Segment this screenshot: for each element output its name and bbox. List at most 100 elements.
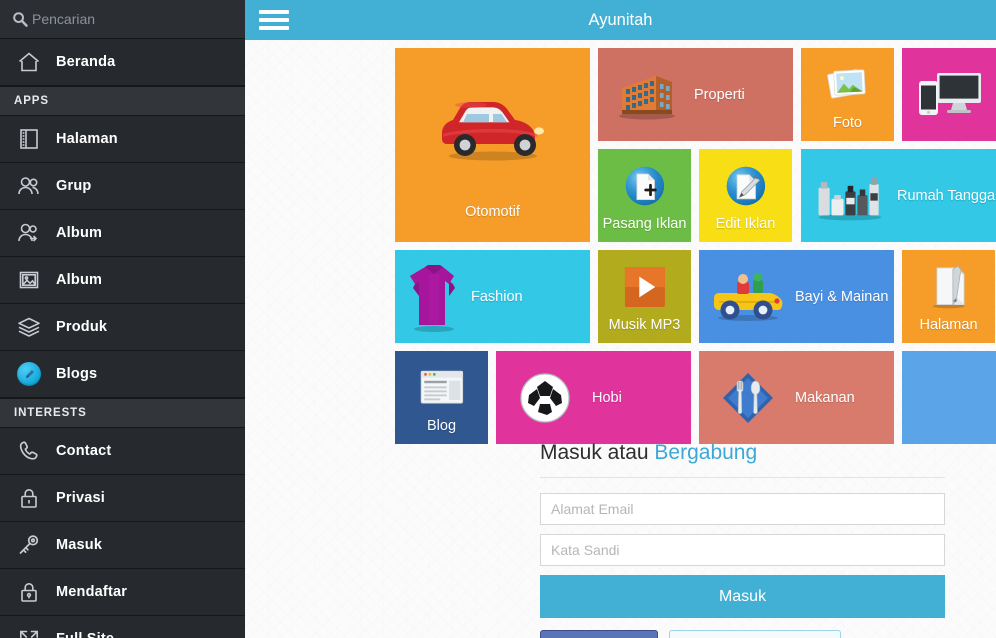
image-icon <box>14 265 44 295</box>
devices-icon <box>914 69 988 121</box>
email-field[interactable] <box>540 493 945 525</box>
doc-edit-icon <box>708 164 782 207</box>
lock-closed-icon <box>14 577 44 607</box>
tile-label: Fashion <box>471 288 523 305</box>
home-icon <box>14 47 44 77</box>
sidebar-item-album[interactable]: Album <box>0 257 245 304</box>
user-add-icon <box>14 218 44 248</box>
toy-car-icon <box>711 272 785 322</box>
tile-label: Pasang Iklan <box>602 216 687 232</box>
tile-label: Musik MP3 <box>608 317 681 333</box>
tile-label: Edit Iklan <box>715 216 776 232</box>
building-icon <box>610 70 684 120</box>
sidebar-section-label: INTERESTS <box>14 407 87 419</box>
pencil-circle-icon <box>14 359 44 389</box>
tile-gadget[interactable]: Gadget <box>902 48 996 141</box>
sidebar-item-label: Halaman <box>56 131 118 147</box>
search-icon <box>12 11 28 27</box>
hamburger-icon[interactable] <box>259 8 289 32</box>
users-icon <box>14 171 44 201</box>
dress-icon <box>407 261 461 333</box>
note-pen-icon <box>911 264 985 309</box>
sidebar-item-label: Produk <box>56 319 108 335</box>
doc-plus-icon <box>607 164 681 207</box>
sidebar-item-full-site[interactable]: Full Site <box>0 616 245 638</box>
sidebar-search[interactable] <box>0 0 245 39</box>
sidebar-nav: Beranda APPS Halaman Grup Album Album Produk Bl… <box>0 39 245 638</box>
sidebar-item-masuk[interactable]: Masuk <box>0 522 245 569</box>
password-field[interactable] <box>540 534 945 566</box>
tile-rumah-tangga[interactable]: Rumah Tangga <box>801 149 996 242</box>
sidebar-section-interests: INTERESTS <box>0 398 245 428</box>
main-content: Ayunitah Otomotif Properti Foto Gadget Pasan… <box>245 0 996 638</box>
search-input[interactable] <box>32 11 233 27</box>
sidebar-item-label: Album <box>56 272 103 288</box>
sidebar-item-blogs[interactable]: Blogs <box>0 351 245 398</box>
sidebar-item-beranda[interactable]: Beranda <box>0 39 245 86</box>
tile-pasang-iklan[interactable]: Pasang Iklan <box>598 149 691 242</box>
sidebar-item-grup[interactable]: Grup <box>0 163 245 210</box>
tile-edit-iklan[interactable]: Edit Iklan <box>699 149 792 242</box>
tile-bayi-mainan[interactable]: Bayi & Mainan <box>699 250 894 343</box>
tile-fashion[interactable]: Fashion <box>395 250 590 343</box>
food-icon <box>711 369 785 427</box>
page-title: Ayunitah <box>588 10 653 29</box>
soccer-icon <box>508 370 582 426</box>
facebook-login-button[interactable] <box>540 630 658 638</box>
social-login-row <box>540 630 945 638</box>
sidebar-item-label: Mendaftar <box>56 584 128 600</box>
sidebar-item-album[interactable]: Album <box>0 210 245 257</box>
tile-foto[interactable]: Foto <box>801 48 894 141</box>
tile-label: Halaman <box>919 317 978 333</box>
sidebar-section-apps: APPS <box>0 86 245 116</box>
sidebar-item-label: Album <box>56 225 103 241</box>
tile-label: Bayi & Mainan <box>795 288 889 305</box>
phone-icon <box>14 436 44 466</box>
tile-hobi[interactable]: Hobi <box>496 351 691 444</box>
sidebar-section-label: APPS <box>14 95 49 107</box>
car-icon <box>395 96 590 162</box>
tile-label: Otomotif <box>465 204 520 220</box>
sidebar: Beranda APPS Halaman Grup Album Album Produk Bl… <box>0 0 245 638</box>
page-icon <box>14 124 44 154</box>
sidebar-item-mendaftar[interactable]: Mendaftar <box>0 569 245 616</box>
sidebar-item-label: Blogs <box>56 366 98 382</box>
tile-label: Makanan <box>795 389 855 406</box>
tile-musik-mp3[interactable]: Musik MP3 <box>598 250 691 343</box>
tile-doctor[interactable] <box>902 351 996 444</box>
login-heading-text: Masuk atau <box>540 441 655 464</box>
lock-icon <box>14 483 44 513</box>
tile-label: Foto <box>832 115 862 131</box>
app-root: Beranda APPS Halaman Grup Album Album Produk Bl… <box>0 0 996 638</box>
bottles-icon <box>813 169 887 223</box>
sidebar-item-halaman[interactable]: Halaman <box>0 116 245 163</box>
sidebar-item-label: Grup <box>56 178 92 194</box>
tile-makanan[interactable]: Makanan <box>699 351 894 444</box>
sidebar-item-produk[interactable]: Produk <box>0 304 245 351</box>
tile-label: Properti <box>694 86 745 103</box>
key-icon <box>14 530 44 560</box>
expand-icon <box>14 624 44 638</box>
tile-halaman[interactable]: Halaman <box>902 250 995 343</box>
sidebar-item-privasi[interactable]: Privasi <box>0 475 245 522</box>
sidebar-item-label: Masuk <box>56 537 103 553</box>
tile-blog[interactable]: Blog <box>395 351 488 444</box>
sidebar-item-label: Full Site <box>56 631 114 638</box>
layers-icon <box>14 312 44 342</box>
join-link[interactable]: Bergabung <box>654 441 757 464</box>
tile-label: Blog <box>426 418 457 434</box>
tile-label: Hobi <box>592 389 622 406</box>
sidebar-item-label: Beranda <box>56 54 116 70</box>
tile-grid: Otomotif Properti Foto Gadget Pasang Iklan Ed… <box>245 48 996 444</box>
sidebar-item-contact[interactable]: Contact <box>0 428 245 475</box>
play-icon <box>607 264 681 309</box>
browser-icon <box>404 368 478 406</box>
photos-icon <box>810 65 884 105</box>
login-heading: Masuk atau Bergabung <box>540 441 945 478</box>
tile-otomotif[interactable]: Otomotif <box>395 48 590 242</box>
tile-properti[interactable]: Properti <box>598 48 793 141</box>
login-submit-button[interactable]: Masuk <box>540 575 945 618</box>
tile-label: Rumah Tangga <box>897 187 996 204</box>
top-bar: Ayunitah <box>245 0 996 40</box>
twitter-login-button[interactable] <box>669 630 841 638</box>
